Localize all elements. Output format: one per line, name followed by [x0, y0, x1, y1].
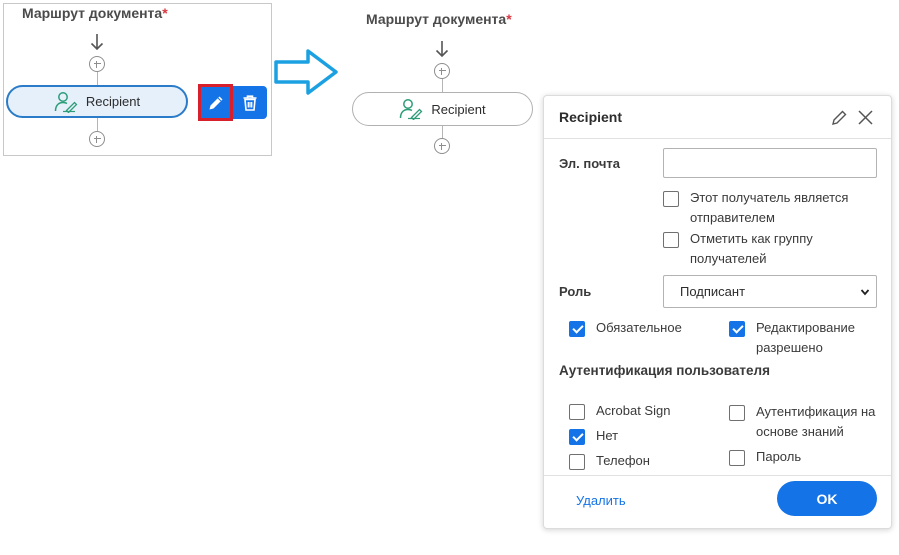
close-icon[interactable] [857, 109, 874, 126]
recipient-label: Recipient [85, 94, 141, 109]
recipient-node[interactable]: Recipient [352, 92, 533, 126]
route-title-right: Маршрут документа* [366, 11, 512, 27]
ok-button[interactable]: OK [777, 481, 877, 516]
edit-recipient-button[interactable] [198, 84, 233, 121]
role-selected-value: Подписант [680, 284, 746, 299]
auth-phone-checkbox[interactable] [569, 454, 585, 470]
route-panel-before [3, 3, 272, 156]
sender-checkbox-label: Этот получатель является [690, 190, 849, 205]
role-label: Роль [559, 284, 592, 299]
auth-kba-label: Аутентификация на [756, 404, 876, 419]
pencil-icon[interactable] [831, 109, 848, 126]
recipient-node-selected[interactable]: Recipient [6, 85, 188, 118]
auth-none-row[interactable]: Нет [569, 428, 618, 446]
auth-phone-row[interactable]: Телефон [569, 453, 650, 471]
auth-acrobat-sign-label: Acrobat Sign [596, 403, 671, 418]
auth-password-row[interactable]: Пароль [729, 449, 801, 467]
user-sign-icon [400, 99, 423, 120]
right-arrow-icon [274, 49, 338, 95]
route-title-left: Маршрут документа* [22, 5, 168, 21]
required-checkbox-row[interactable]: Обязательное [569, 320, 682, 338]
connector-line [442, 79, 443, 92]
popover-title: Recipient [559, 109, 623, 125]
recipient-settings-popover: Recipient Эл. почта Этот получатель явля… [543, 95, 892, 529]
sender-checkbox-label-2: отправителем [690, 210, 775, 225]
add-step-icon[interactable] [89, 56, 105, 72]
auth-kba-row[interactable]: Аутентификация на основе знаний [729, 404, 875, 442]
auth-password-label: Пароль [756, 449, 802, 464]
role-select[interactable]: Подписант [663, 275, 877, 308]
arrow-down-icon [90, 34, 104, 51]
connector-line [442, 126, 443, 138]
edit-allowed-checkbox-row[interactable]: Редактирование разрешено [729, 320, 855, 358]
edit-allowed-label-2: разрешено [756, 340, 823, 355]
recipient-label: Recipient [431, 101, 486, 117]
group-checkbox-label: Отметить как группу [690, 231, 813, 246]
delete-link[interactable]: Удалить [576, 493, 626, 508]
auth-acrobat-sign-checkbox[interactable] [569, 404, 585, 420]
arrow-down-icon [435, 41, 449, 58]
popover-header: Recipient [544, 96, 891, 139]
auth-none-label: Нет [596, 428, 619, 443]
add-step-icon[interactable] [434, 138, 450, 154]
edit-allowed-checkbox[interactable] [729, 321, 745, 337]
popover-footer: Удалить OK [544, 475, 891, 528]
group-checkbox-label-2: получателей [690, 251, 767, 266]
required-checkbox[interactable] [569, 321, 585, 337]
required-checkbox-label: Обязательное [596, 320, 682, 335]
auth-section-title: Аутентификация пользователя [559, 363, 770, 378]
auth-kba-label-2: основе знаний [756, 424, 844, 439]
auth-password-checkbox[interactable] [729, 450, 745, 466]
email-label: Эл. почта [559, 156, 621, 171]
user-sign-icon [54, 91, 78, 113]
pencil-icon [209, 96, 222, 109]
group-checkbox[interactable] [663, 232, 679, 248]
delete-recipient-button[interactable] [233, 86, 267, 119]
add-step-icon[interactable] [434, 63, 450, 79]
connector-line [97, 72, 98, 85]
chevron-down-icon [860, 289, 870, 296]
auth-phone-label: Телефон [596, 453, 650, 468]
trash-icon [243, 94, 257, 111]
auth-none-checkbox[interactable] [569, 429, 585, 445]
auth-acrobat-sign-row[interactable]: Acrobat Sign [569, 403, 670, 421]
connector-line [97, 118, 98, 131]
add-step-icon[interactable] [89, 131, 105, 147]
sender-checkbox[interactable] [663, 191, 679, 207]
sender-checkbox-row[interactable]: Этот получатель является отправителем [663, 190, 848, 228]
auth-kba-checkbox[interactable] [729, 405, 745, 421]
group-checkbox-row[interactable]: Отметить как группу получателей [663, 231, 813, 269]
email-field[interactable] [663, 148, 877, 178]
edit-allowed-label: Редактирование [756, 320, 856, 335]
